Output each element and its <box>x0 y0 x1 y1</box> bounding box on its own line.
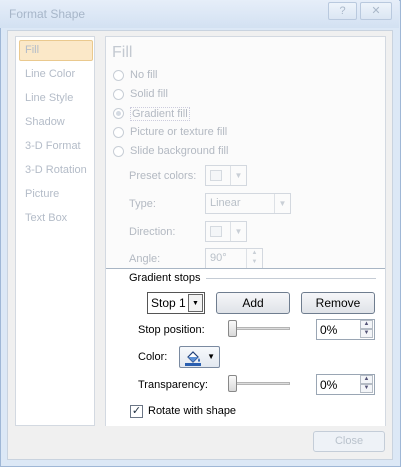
stop-position-slider-thumb[interactable] <box>228 320 237 337</box>
stop-position-value: 0% <box>320 323 338 337</box>
category-sidebar: Fill Line Color Line Style Shadow 3-D Fo… <box>15 36 95 426</box>
close-button-label: Close <box>334 435 364 447</box>
direction-dropdown[interactable]: ▼ <box>205 221 247 242</box>
window-close-button[interactable]: ✕ <box>360 2 392 20</box>
preset-colors-label: Preset colors: <box>129 170 197 182</box>
sidebar-item-3d-format[interactable]: 3-D Format <box>25 140 81 152</box>
type-dropdown[interactable]: Linear ▼ <box>205 193 291 214</box>
checkmark-icon: ✓ <box>131 405 142 417</box>
rotate-with-shape-checkbox[interactable]: ✓ <box>130 405 143 418</box>
picture-texture-fill-radio[interactable] <box>113 127 124 138</box>
stop-position-slider-track[interactable] <box>228 327 290 330</box>
panel-heading: Fill <box>112 44 133 61</box>
solid-fill-radio[interactable] <box>113 89 124 100</box>
angle-spinner[interactable]: 90° ▲ ▼ <box>205 248 263 269</box>
group-divider <box>206 278 376 279</box>
transparency-spinner[interactable]: 0% ▲ ▼ <box>316 374 375 395</box>
add-stop-label: Add <box>242 296 264 310</box>
close-button[interactable]: Close <box>313 431 385 452</box>
transparency-value: 0% <box>320 378 338 392</box>
spin-down-icon[interactable]: ▼ <box>360 329 373 338</box>
help-button[interactable]: ? <box>328 2 357 20</box>
chevron-down-icon: ▼ <box>230 222 246 241</box>
remove-stop-button[interactable]: Remove <box>301 292 375 314</box>
gradient-stops-title: Gradient stops <box>129 272 201 284</box>
add-stop-button[interactable]: Add <box>216 292 290 314</box>
no-fill-radio[interactable] <box>113 70 124 81</box>
sidebar-item-shadow[interactable]: Shadow <box>25 116 65 128</box>
picture-texture-fill-label: Picture or texture fill <box>130 126 228 138</box>
spin-arrows-icon: ▲ ▼ <box>246 249 262 268</box>
stop-position-spinner[interactable]: 0% ▲ ▼ <box>316 319 375 340</box>
sidebar-item-text-box[interactable]: Text Box <box>25 212 67 224</box>
spin-up-icon[interactable]: ▲ <box>360 375 373 384</box>
type-value: Linear <box>210 197 241 209</box>
sidebar-item-line-color[interactable]: Line Color <box>25 68 75 80</box>
stop-position-label: Stop position: <box>138 324 205 336</box>
angle-value: 90° <box>210 252 227 264</box>
type-label: Type: <box>129 198 156 210</box>
spin-down-icon[interactable]: ▼ <box>360 384 373 393</box>
direction-label: Direction: <box>129 226 176 238</box>
transparency-slider-track[interactable] <box>228 382 290 385</box>
angle-label: Angle: <box>129 253 161 265</box>
stop-selector[interactable]: Stop 1 ▼ <box>147 292 205 314</box>
spin-up-icon[interactable]: ▲ <box>360 320 373 329</box>
color-label: Color: <box>138 351 168 363</box>
chevron-down-icon: ▼ <box>230 166 246 185</box>
transparency-label: Transparency: <box>138 379 208 391</box>
chevron-down-icon: ▼ <box>207 352 215 361</box>
remove-stop-label: Remove <box>315 296 361 310</box>
no-fill-label: No fill <box>130 69 158 81</box>
sidebar-item-3d-rotation[interactable]: 3-D Rotation <box>25 164 87 176</box>
paint-bucket-icon <box>185 351 201 366</box>
chevron-down-icon: ▼ <box>188 294 203 312</box>
slide-background-fill-radio[interactable] <box>113 146 124 157</box>
chevron-down-icon: ▼ <box>274 194 290 213</box>
transparency-slider-thumb[interactable] <box>228 375 237 392</box>
sidebar-item-picture[interactable]: Picture <box>25 188 59 200</box>
color-picker-button[interactable]: ▼ <box>179 346 220 368</box>
gradient-fill-label: Gradient fill <box>130 107 190 121</box>
preset-swatch <box>210 170 222 181</box>
preset-colors-dropdown[interactable]: ▼ <box>205 165 247 186</box>
direction-swatch <box>210 226 222 237</box>
sidebar-item-line-style[interactable]: Line Style <box>25 92 73 104</box>
stop-selector-value: Stop 1 <box>151 296 186 310</box>
solid-fill-label: Solid fill <box>130 88 168 100</box>
sidebar-item-fill[interactable]: Fill <box>25 44 39 56</box>
rotate-with-shape-label: Rotate with shape <box>148 405 237 417</box>
gradient-fill-radio[interactable] <box>113 108 124 119</box>
slide-background-fill-label: Slide background fill <box>130 145 229 157</box>
dialog-title: Format Shape <box>9 7 86 21</box>
